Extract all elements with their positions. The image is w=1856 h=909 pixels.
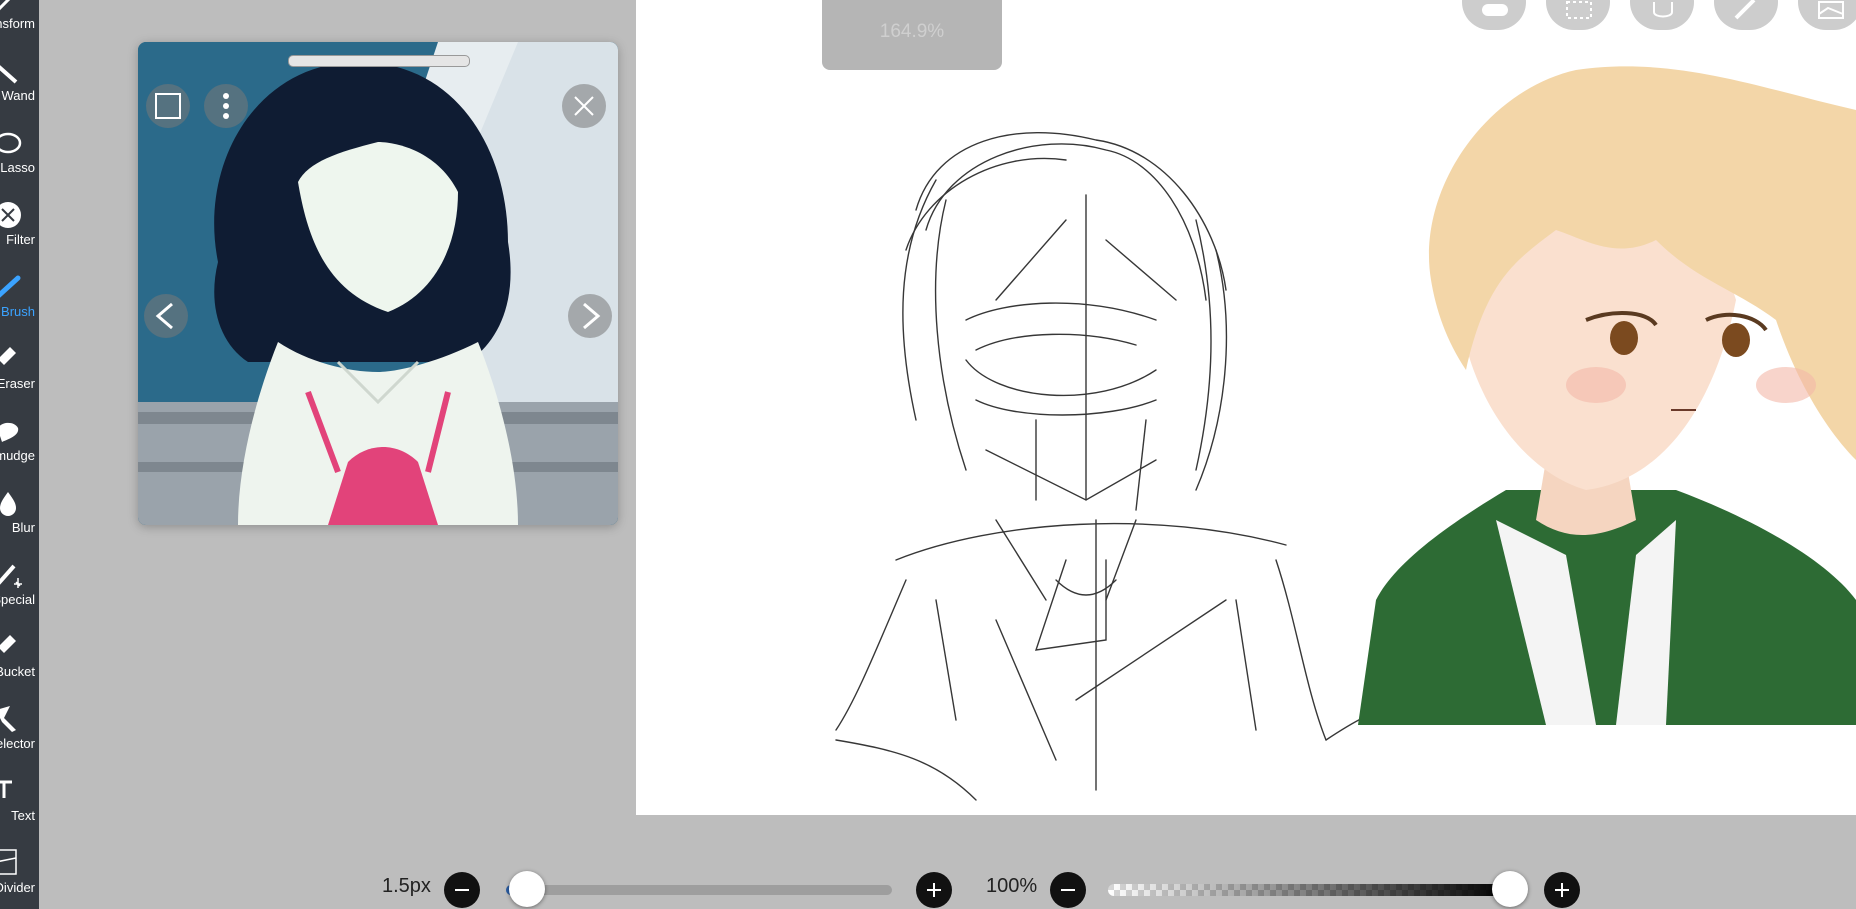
opacity-label: 100% <box>986 875 1038 897</box>
tool-label: Magic Wand <box>0 88 35 103</box>
tool-label: Bucket <box>0 664 35 679</box>
next-icon <box>583 302 601 330</box>
tool-sidebar: Transform Magic Wand Lasso Filter Brush Erase… <box>0 0 39 909</box>
brush-size-slider[interactable] <box>506 885 892 895</box>
selector-icon <box>0 706 16 732</box>
blur-icon <box>0 492 16 516</box>
text-icon <box>0 780 12 798</box>
tool-label: Brush <box>1 304 35 319</box>
more-vert-icon <box>223 93 229 119</box>
opacity-increase-button[interactable] <box>1544 872 1580 908</box>
tool-label: Blur <box>11 520 35 535</box>
tool-transform[interactable]: Transform <box>0 0 39 52</box>
prev-icon <box>155 302 173 330</box>
bucket-icon <box>0 635 16 653</box>
special-icon <box>0 564 22 588</box>
reference-window[interactable] <box>138 42 618 525</box>
minus-icon <box>1061 889 1075 891</box>
tool-label: Selector <box>0 736 35 751</box>
tool-brush[interactable]: Brush <box>0 268 39 340</box>
canvas-artwork <box>835 66 1856 801</box>
toggle-icon <box>1482 4 1508 16</box>
filter-icon <box>0 202 21 228</box>
tool-blur[interactable]: Blur <box>0 484 39 556</box>
reference-menu-button[interactable] <box>204 84 248 128</box>
selection-icon <box>1566 1 1592 19</box>
tool-label: Lasso <box>0 160 35 175</box>
tool-label: Eraser <box>0 376 35 391</box>
square-icon <box>155 93 181 119</box>
plus-icon <box>927 883 941 897</box>
tool-smudge[interactable]: Smudge <box>0 412 39 484</box>
tool-label: Smudge <box>0 448 35 463</box>
tool-label: Transform <box>0 16 35 31</box>
tool-label: Special <box>0 592 35 607</box>
minus-icon <box>455 889 469 891</box>
ruler-icon <box>1734 0 1756 20</box>
opacity-slider[interactable] <box>1108 884 1510 896</box>
tool-magic-wand[interactable]: Magic Wand <box>0 52 39 124</box>
close-icon <box>574 96 594 116</box>
plus-icon <box>1555 883 1569 897</box>
tool-label: Text <box>11 808 35 823</box>
tool-filter[interactable]: Filter <box>0 196 39 268</box>
reference-next-button[interactable] <box>568 294 612 338</box>
reference-prev-button[interactable] <box>144 294 188 338</box>
opacity-knob[interactable] <box>1492 871 1528 907</box>
tool-text[interactable]: Text <box>0 772 39 844</box>
zoom-level-badge: 164.9% <box>822 0 1002 70</box>
lasso-icon <box>0 132 22 154</box>
canvas-icon <box>1818 1 1844 19</box>
tool-lasso[interactable]: Lasso <box>0 124 39 196</box>
transform-icon <box>0 0 11 11</box>
opacity-decrease-button[interactable] <box>1050 872 1086 908</box>
brush-size-decrease-button[interactable] <box>444 872 480 908</box>
tool-selector[interactable]: Selector <box>0 700 39 772</box>
tool-label: Filter <box>6 232 35 247</box>
tool-bucket[interactable]: Bucket <box>0 628 39 700</box>
brush-size-label: 1.5px <box>382 875 431 897</box>
smudge-icon <box>0 423 19 442</box>
drawing-canvas[interactable] <box>636 0 1856 815</box>
snap-icon <box>1653 2 1673 18</box>
tool-eraser[interactable]: Eraser <box>0 340 39 412</box>
reference-drag-handle[interactable] <box>288 55 470 67</box>
reference-close-button[interactable] <box>562 84 606 128</box>
brush-icon <box>0 275 21 298</box>
reference-fit-button[interactable] <box>146 84 190 128</box>
tool-special[interactable]: Special <box>0 556 39 628</box>
magic-wand-icon <box>0 65 18 84</box>
eraser-icon <box>0 347 16 365</box>
brush-size-increase-button[interactable] <box>916 872 952 908</box>
